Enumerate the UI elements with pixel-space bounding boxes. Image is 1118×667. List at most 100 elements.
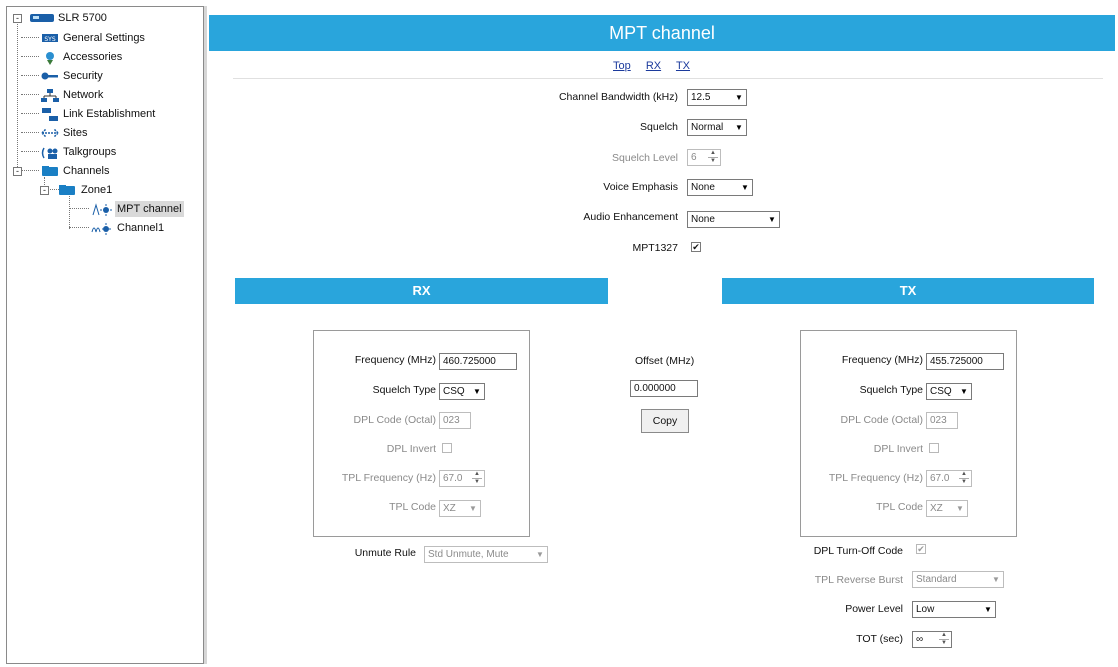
tree-item-label: Sites <box>63 127 88 139</box>
rx-tpl-code-label: TPL Code <box>389 501 436 513</box>
unmute-rule-label: Unmute Rule <box>354 547 416 559</box>
squelch-level-value: 6 <box>691 152 697 163</box>
tree-item-link-establishment[interactable]: Link Establishment <box>41 106 201 122</box>
copy-button[interactable]: Copy <box>641 409 689 433</box>
tree-item-label: General Settings <box>63 32 145 44</box>
tx-tpl-code-label: TPL Code <box>876 501 923 513</box>
bandwidth-select[interactable]: 12.5 ▼ <box>687 89 747 106</box>
tpl-reverse-burst-value: Standard <box>916 574 957 585</box>
tree-item-accessories[interactable]: Accessories <box>41 49 201 65</box>
rx-squelch-type-label: Squelch Type <box>372 384 436 396</box>
tree-item-mpt-channel[interactable]: MPT channel <box>91 201 203 217</box>
unmute-rule-value: Std Unmute, Mute <box>428 549 509 560</box>
rx-dpl-code-input[interactable]: 023 <box>439 412 471 429</box>
tree-item-zone[interactable]: - Zone1 <box>38 182 198 198</box>
tx-tpl-code-select[interactable]: XZ ▼ <box>926 500 968 517</box>
link-establishment-icon <box>41 108 59 121</box>
tree-item-label: SLR 5700 <box>58 12 107 24</box>
collapse-icon[interactable]: - <box>13 167 22 176</box>
folder-icon <box>41 165 59 177</box>
chevron-down-icon: ▼ <box>469 504 477 513</box>
radio-device-icon <box>29 12 54 24</box>
tree-item-label: MPT channel <box>115 201 184 217</box>
tot-value: ∞ <box>916 634 924 645</box>
collapse-icon[interactable]: - <box>40 186 49 195</box>
tpl-reverse-burst-label: TPL Reverse Burst <box>814 574 903 586</box>
tot-spinner[interactable]: ∞ ▲ ▼ <box>912 631 952 648</box>
chevron-down-icon: ▼ <box>956 504 964 513</box>
navigation-tree[interactable]: - SLR 5700 SYS General Settings Accessor… <box>6 6 204 664</box>
tx-dpl-code-input[interactable]: 023 <box>926 412 958 429</box>
chevron-down-icon: ▼ <box>735 123 743 132</box>
tree-item-root[interactable]: - SLR 5700 <box>11 10 191 26</box>
squelch-level-spinner[interactable]: 6 ▲ ▼ <box>687 149 721 166</box>
panel-splitter[interactable] <box>204 6 207 664</box>
rx-squelch-type-value: CSQ <box>443 386 465 397</box>
divider <box>233 78 1103 79</box>
folder-icon <box>58 184 76 196</box>
tree-item-network[interactable]: Network <box>41 87 201 103</box>
tx-frequency-input[interactable]: 455.725000 <box>926 353 1004 370</box>
rx-frequency-input[interactable]: 460.725000 <box>439 353 517 370</box>
link-rx[interactable]: RX <box>646 60 661 72</box>
voice-emphasis-label: Voice Emphasis <box>603 181 678 193</box>
dpl-turnoff-checkbox[interactable]: ✔ <box>916 544 926 554</box>
tree-item-talkgroups[interactable]: Talkgroups <box>41 144 201 160</box>
rx-squelch-type-select[interactable]: CSQ ▼ <box>439 383 485 400</box>
tree-item-sites[interactable]: Sites <box>41 125 201 141</box>
chevron-down-icon: ▼ <box>536 550 544 559</box>
tx-tpl-frequency-value: 67.0 <box>930 473 950 484</box>
bandwidth-value: 12.5 <box>691 92 711 103</box>
bandwidth-label: Channel Bandwidth (kHz) <box>558 91 678 103</box>
squelch-select[interactable]: Normal ▼ <box>687 119 747 136</box>
talkgroups-icon <box>41 146 59 159</box>
chevron-down-icon: ▼ <box>735 93 743 102</box>
rx-tpl-code-value: XZ <box>443 503 456 514</box>
spinner-arrows-icon[interactable]: ▲ ▼ <box>708 150 718 165</box>
tx-squelch-type-label: Squelch Type <box>859 384 923 396</box>
tree-item-security[interactable]: Security <box>41 68 201 84</box>
rx-dpl-invert-checkbox[interactable] <box>442 443 452 453</box>
rx-frequency-label: Frequency (MHz) <box>354 354 436 366</box>
mpt1327-checkbox[interactable]: ✔ <box>691 242 701 252</box>
rx-tpl-frequency-spinner[interactable]: 67.0 ▲ ▼ <box>439 470 485 487</box>
sites-icon <box>41 127 59 139</box>
link-top[interactable]: Top <box>613 60 631 72</box>
tree-item-channel1[interactable]: Channel1 <box>91 220 203 236</box>
offset-input[interactable]: 0.000000 <box>630 380 698 397</box>
audio-enhancement-select[interactable]: None ▼ <box>687 211 780 228</box>
tree-item-label: Accessories <box>63 51 123 63</box>
chevron-down-icon: ▼ <box>768 215 776 224</box>
general-settings-icon: SYS <box>41 32 59 44</box>
collapse-icon[interactable]: - <box>13 14 22 23</box>
audio-enhancement-label: Audio Enhancement <box>583 211 678 223</box>
rx-section-header: RX <box>235 278 608 304</box>
accessories-icon <box>41 51 59 65</box>
spinner-arrows-icon[interactable]: ▲ ▼ <box>472 471 482 486</box>
tx-dpl-invert-checkbox[interactable] <box>929 443 939 453</box>
svg-text:SYS: SYS <box>44 36 55 43</box>
tree-item-channels[interactable]: - Channels <box>11 163 201 179</box>
tx-squelch-type-select[interactable]: CSQ ▼ <box>926 383 972 400</box>
channel-icon <box>91 222 111 235</box>
tpl-reverse-burst-select[interactable]: Standard ▼ <box>912 571 1004 588</box>
spinner-arrows-icon[interactable]: ▲ ▼ <box>959 471 969 486</box>
rx-dpl-invert-label: DPL Invert <box>386 443 436 455</box>
rx-tpl-code-select[interactable]: XZ ▼ <box>439 500 481 517</box>
squelch-value: Normal <box>691 122 724 133</box>
spinner-arrows-icon[interactable]: ▲ ▼ <box>939 632 949 647</box>
voice-emphasis-select[interactable]: None ▼ <box>687 179 753 196</box>
tree-item-general-settings[interactable]: SYS General Settings <box>41 30 201 46</box>
tree-item-label: Channel1 <box>117 222 165 234</box>
tx-tpl-frequency-spinner[interactable]: 67.0 ▲ ▼ <box>926 470 972 487</box>
power-level-value: Low <box>916 604 935 615</box>
tx-tpl-code-value: XZ <box>930 503 943 514</box>
link-tx[interactable]: TX <box>676 60 690 72</box>
tot-label: TOT (sec) <box>856 633 903 645</box>
key-icon <box>41 70 59 82</box>
tx-tpl-frequency-label: TPL Frequency (Hz) <box>828 472 923 484</box>
power-level-select[interactable]: Low ▼ <box>912 601 996 618</box>
mpt1327-label: MPT1327 <box>632 242 678 254</box>
title-gap <box>209 6 1115 15</box>
unmute-rule-select[interactable]: Std Unmute, Mute ▼ <box>424 546 548 563</box>
